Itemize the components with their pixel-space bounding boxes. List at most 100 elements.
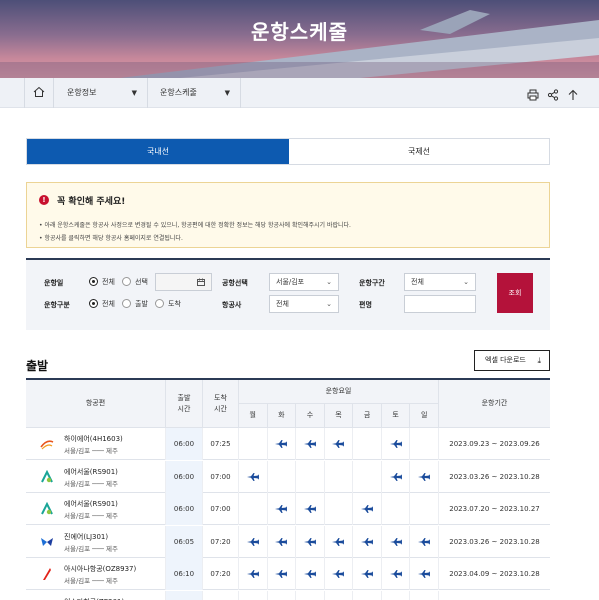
airline-logo-icon	[40, 501, 54, 516]
excel-download-button[interactable]: 엑셀 다운로드 ⤓	[474, 350, 550, 371]
segment-value: 전체	[411, 278, 424, 286]
table-row: 에어서울(RS901) 서울/김포 ─── 제주 06:00 07:00 2023.03…	[26, 460, 550, 493]
tab-domestic[interactable]: 국내선	[27, 139, 289, 164]
arrival-time: 07:00	[203, 460, 239, 493]
day-cell	[410, 525, 439, 558]
type-radio-all[interactable]: 전체	[89, 298, 115, 309]
hero-banner: 운항스케줄	[0, 0, 599, 78]
day-cell	[325, 558, 354, 590]
day-cell	[296, 460, 325, 493]
day-cell	[239, 428, 268, 460]
notice-box: ! 꼭 확인해 주세요! • 아래 운항스케줄은 항공사 사정으로 변경될 수 …	[26, 182, 550, 248]
radio-checked-icon	[89, 276, 98, 286]
day-cell	[325, 525, 354, 558]
arrival-time: 07:20	[203, 558, 239, 590]
notice-line: • 항공사를 클릭하면 해당 항공사 홈페이지로 연결됩니다.	[39, 235, 183, 242]
airline-link[interactable]: 아시아나항공(OZ8937) 서울/김포 ─── 제주	[40, 564, 160, 586]
airplane-icon	[332, 570, 345, 578]
calendar-icon[interactable]	[197, 274, 205, 292]
day-cell	[296, 428, 325, 460]
day-cell	[353, 460, 382, 493]
flight-cell: 하이에어(4H1603) 서울/김포 ─── 제주	[26, 428, 166, 460]
airline-logo-icon	[40, 437, 54, 451]
airline-link[interactable]: 하이에어(4H1603) 서울/김포 ─── 제주	[40, 434, 160, 456]
airport-select[interactable]: 서울/김포 ⌄	[269, 273, 339, 291]
day-cell	[325, 460, 354, 493]
arrow-up-icon[interactable]	[567, 86, 579, 105]
route-text: 서울/김포 ─── 제주	[64, 447, 118, 455]
airline-link[interactable]: 에어서울(RS901) 서울/김포 ─── 제주	[40, 467, 160, 489]
airport-value: 서울/김포	[276, 278, 305, 286]
day-cell	[382, 428, 411, 460]
day-cell	[268, 590, 297, 600]
route-text: 서울/김포 ─── 제주	[64, 479, 118, 488]
header-departure: 출발 시간	[166, 380, 203, 428]
tab-international[interactable]: 국제선	[289, 139, 549, 164]
type-radio-arrival[interactable]: 도착	[155, 298, 181, 309]
header-flight: 항공편	[26, 380, 166, 428]
breadcrumb-dropdown-level2[interactable]: 운항스케줄 ▼	[148, 78, 241, 108]
day-cell	[325, 590, 354, 600]
day-cell	[353, 558, 382, 590]
print-icon[interactable]	[527, 86, 539, 105]
airplane-icon	[275, 505, 288, 513]
airline-name: 에어서울(RS901)	[64, 467, 118, 476]
header-period: 운항기간	[439, 380, 550, 428]
departure-time: 06:05	[166, 525, 203, 558]
airline-select[interactable]: 전체 ⌄	[269, 295, 339, 313]
airline-link[interactable]: 이스타항공(ZE201)	[40, 597, 160, 600]
table-row: 아시아나항공(OZ8937) 서울/김포 ─── 제주 06:10 07:20 2023…	[26, 558, 550, 590]
airplane-icon	[246, 472, 259, 481]
radio-checked-icon	[89, 298, 98, 308]
airplane-icon	[332, 440, 345, 448]
flight-label: 편명	[359, 301, 372, 309]
day-cell	[410, 590, 439, 600]
airline-logo-icon	[40, 535, 54, 549]
airline-link[interactable]: 에어서울(RS901) 서울/김포 ─── 제주	[40, 499, 160, 521]
airplane-icon	[332, 537, 345, 546]
airplane-icon	[246, 537, 259, 546]
type-label: 운항구분	[44, 301, 70, 309]
period-cell	[439, 591, 550, 600]
notice-line: • 아래 운항스케줄은 항공사 사정으로 변경될 수 있으니, 항공편에 대한 …	[39, 222, 351, 229]
date-radio-all[interactable]: 전체	[89, 276, 115, 287]
flight-cell: 에어서울(RS901) 서울/김포 ─── 제주	[26, 460, 166, 493]
airplane-icon	[361, 505, 374, 513]
day-cell	[410, 460, 439, 493]
flight-cell: 에어서울(RS901) 서울/김포 ─── 제주	[26, 493, 166, 525]
header-day: 목	[324, 404, 354, 428]
search-button[interactable]: 조회	[497, 273, 533, 313]
header-day: 수	[296, 404, 325, 428]
table-row: 이스타항공(ZE201)	[26, 590, 550, 600]
airplane-icon	[275, 537, 288, 546]
notice-title: 꼭 확인해 주세요!	[57, 197, 126, 207]
type-radio-departure[interactable]: 출발	[122, 298, 148, 309]
day-cell	[239, 460, 268, 493]
airplane-icon	[389, 570, 402, 578]
breadcrumb-dropdown-level1[interactable]: 운항정보 ▼	[55, 78, 148, 108]
airplane-icon	[361, 570, 374, 578]
airline-name: 하이에어(4H1603)	[64, 435, 123, 443]
page-title: 운항스케줄	[251, 20, 348, 44]
table-row: 진에어(LJ301) 서울/김포 ─── 제주 06:05 07:20 2023.03.…	[26, 525, 550, 558]
airline-link[interactable]: 진에어(LJ301) 서울/김포 ─── 제주	[40, 532, 160, 554]
table-row: 에어서울(RS901) 서울/김포 ─── 제주 06:00 07:00 2023.07…	[26, 493, 550, 525]
share-icon[interactable]	[547, 86, 559, 105]
period-cell: 2023.03.26 ~ 2023.10.28	[449, 537, 540, 546]
home-icon	[33, 86, 45, 97]
airline-logo-icon	[40, 567, 54, 581]
airline-label: 항공사	[222, 301, 242, 309]
airplane-icon	[275, 440, 288, 448]
day-cell	[353, 493, 382, 525]
day-cell	[382, 493, 411, 525]
segment-select[interactable]: 전체 ⌄	[404, 273, 476, 291]
flight-cell: 아시아나항공(OZ8937) 서울/김포 ─── 제주	[26, 558, 166, 590]
home-button[interactable]	[24, 78, 54, 108]
flight-number-input[interactable]	[404, 295, 476, 313]
airplane-icon	[303, 440, 316, 448]
arrival-time: 07:20	[203, 525, 239, 558]
header-days: 운항요일	[239, 380, 439, 404]
date-input[interactable]	[155, 273, 212, 291]
date-radio-select[interactable]: 선택	[122, 276, 148, 287]
airline-logo-icon	[40, 469, 54, 484]
